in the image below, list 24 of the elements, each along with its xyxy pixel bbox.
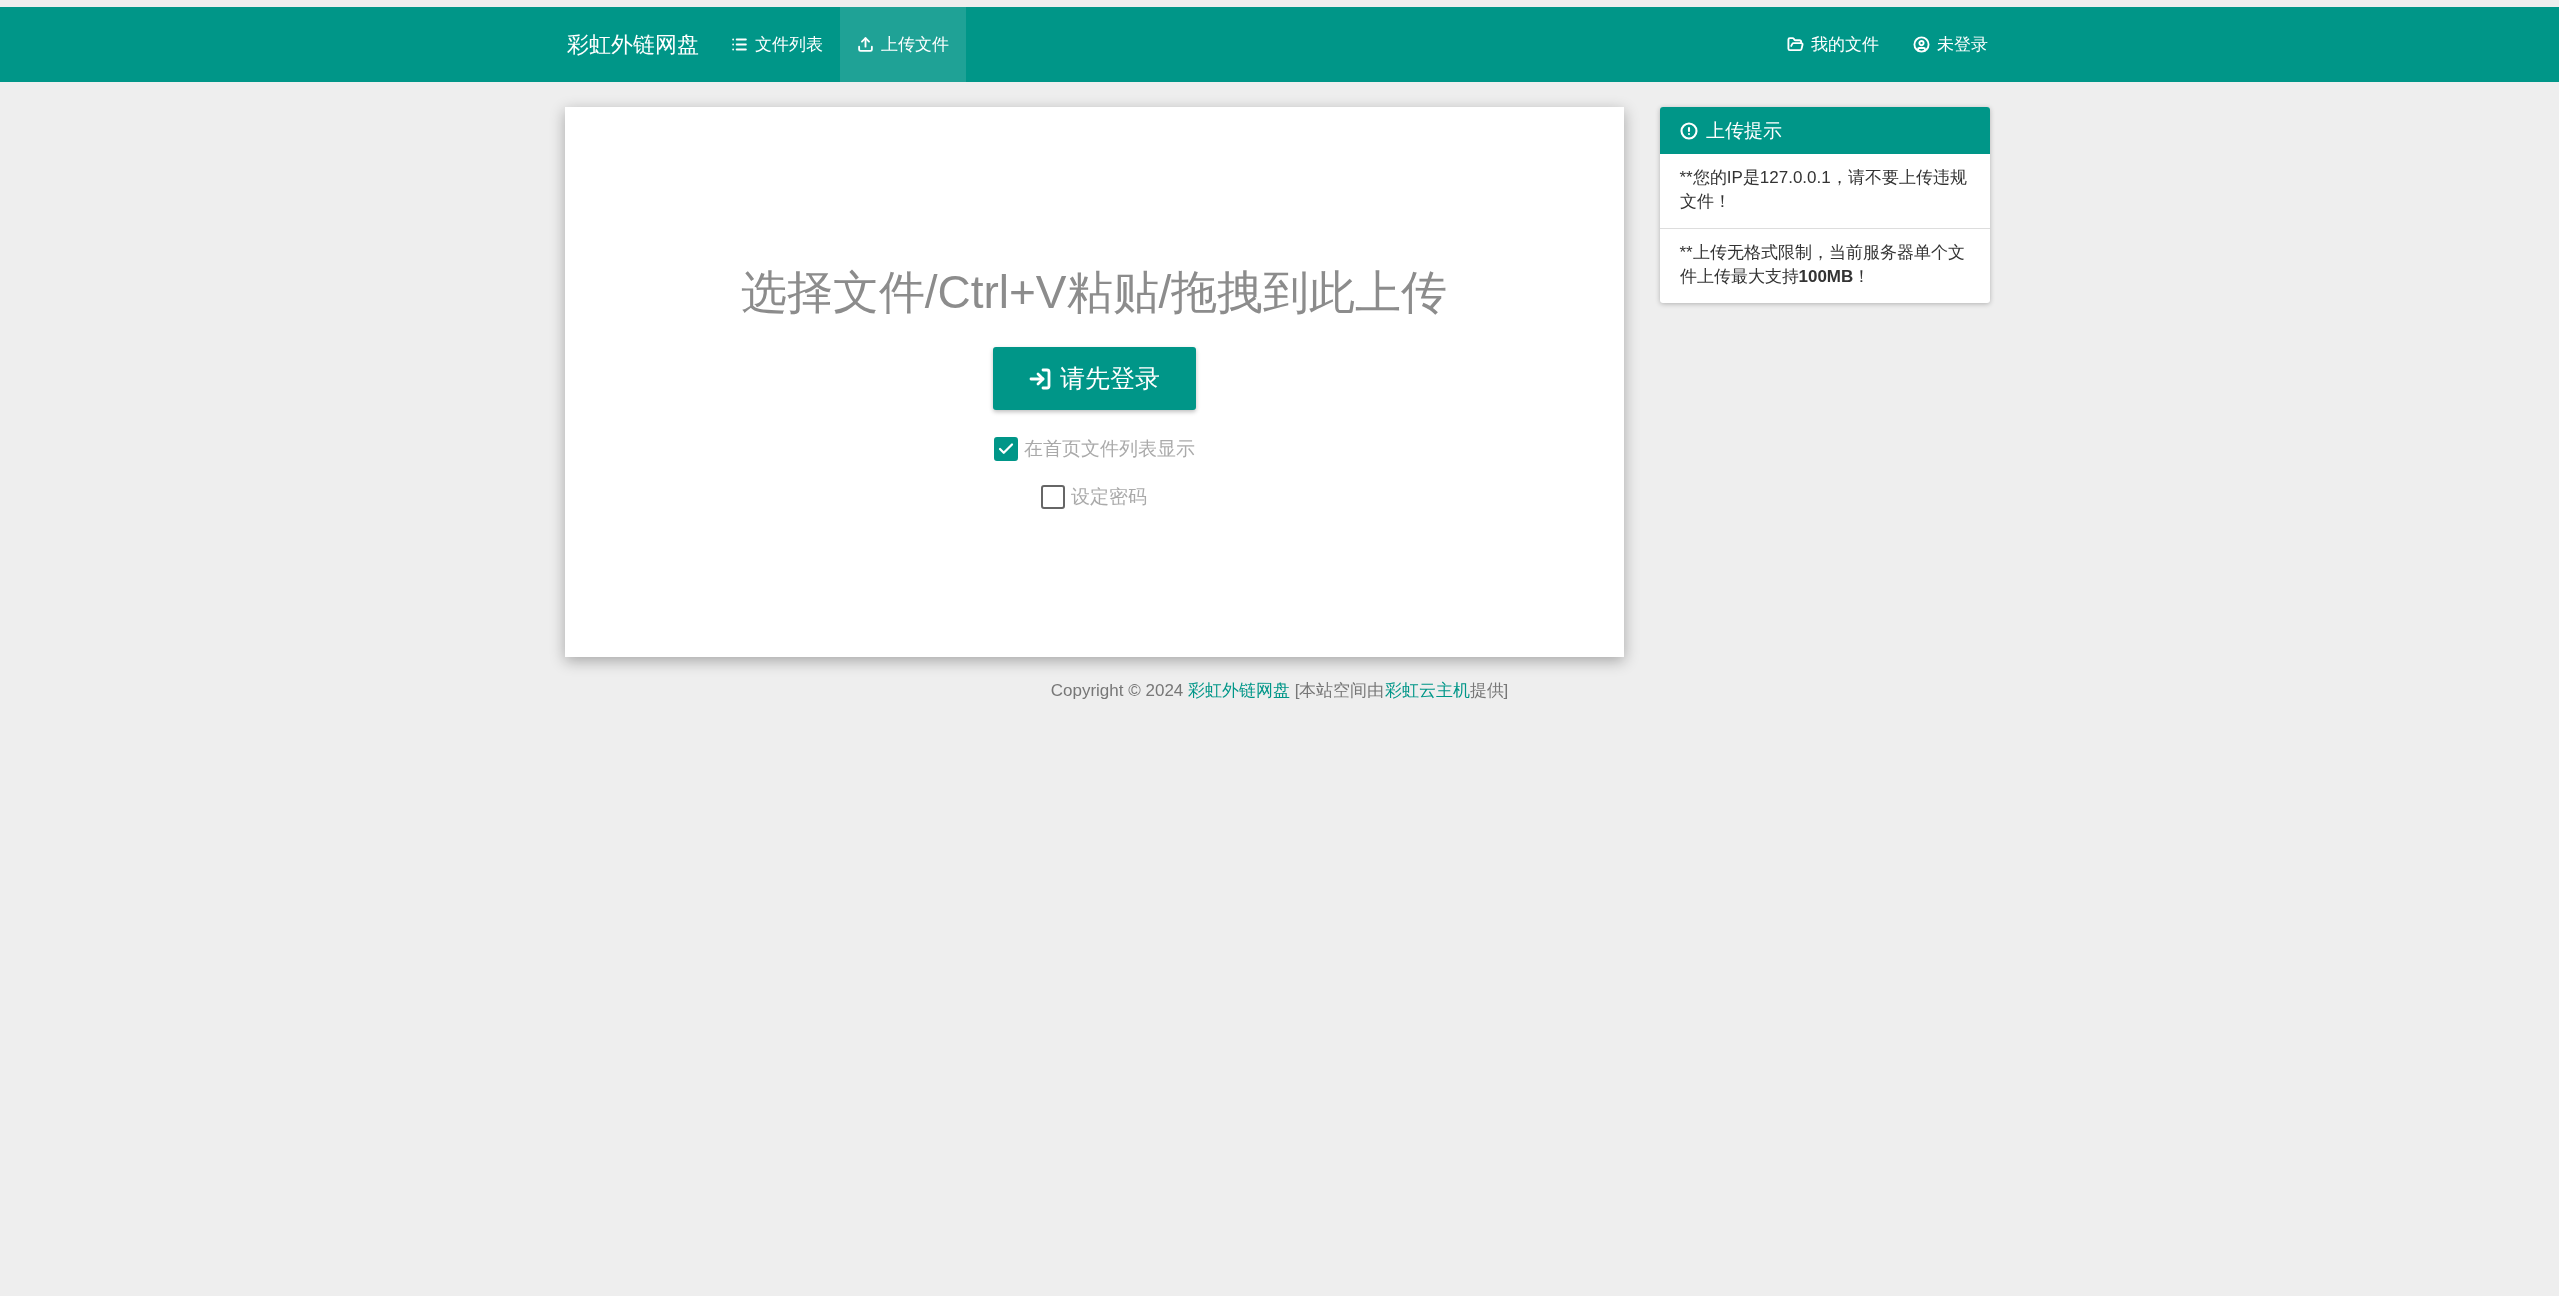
checkbox-label: 设定密码 bbox=[1071, 485, 1147, 509]
checkbox-label: 在首页文件列表显示 bbox=[1023, 437, 1195, 461]
upload-title: 选择文件/Ctrl+V粘贴/拖拽到此上传 bbox=[740, 265, 1448, 320]
site-link[interactable]: 彩虹外链网盘 bbox=[1188, 681, 1291, 700]
nav-link[interactable]: 未登录 bbox=[1895, 7, 2005, 82]
login-button[interactable]: 请先登录 bbox=[992, 347, 1196, 410]
panel-title: 上传提示 bbox=[1705, 118, 1782, 143]
nav-link[interactable]: 我的文件 bbox=[1769, 7, 1896, 82]
folder-icon bbox=[1786, 36, 1804, 53]
notice-text: **您的IP是127.0.0.1，请不要上传违规文件！ bbox=[1678, 167, 1968, 213]
login-icon bbox=[1028, 366, 1052, 391]
checkbox[interactable] bbox=[1041, 485, 1065, 509]
upload-icon bbox=[856, 36, 874, 53]
nav-link[interactable]: 上传文件 bbox=[839, 7, 966, 82]
footer-text: Copyright © 2024 彩虹外链网盘 [本站空间由彩虹云主机提供] bbox=[1049, 680, 1510, 702]
alert-icon bbox=[1679, 121, 1698, 140]
checkbox[interactable] bbox=[993, 437, 1018, 461]
notice-text: **上传无格式限制，当前服务器单个文件上传最大支持100MB！ bbox=[1659, 228, 1990, 303]
nav-link[interactable]: 文件列表 bbox=[713, 7, 840, 82]
brand-link[interactable]: 彩虹外链网盘 bbox=[554, 7, 714, 82]
host-link[interactable]: 彩虹云主机 bbox=[1384, 681, 1470, 700]
user-icon bbox=[1912, 36, 1930, 53]
list-icon bbox=[730, 36, 748, 53]
upload-card[interactable]: 选择文件/Ctrl+V粘贴/拖拽到此上传 请先登录 在首页文件列表显示 设定密码 bbox=[564, 107, 1624, 657]
